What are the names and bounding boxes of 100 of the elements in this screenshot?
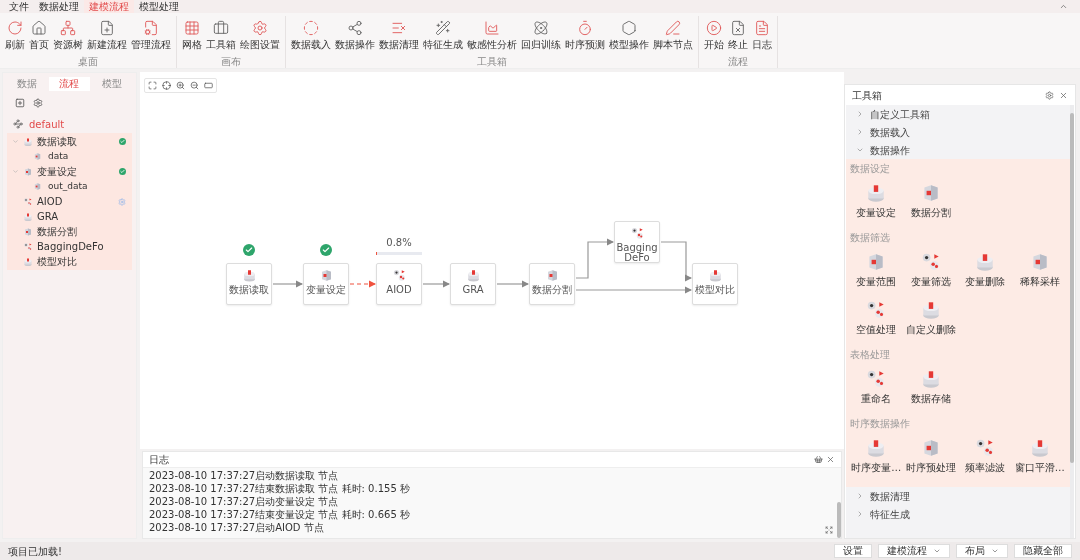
file-stop-icon <box>730 20 746 36</box>
tree-item[interactable]: data <box>7 149 132 164</box>
tool-item[interactable]: 数据存储 <box>904 364 957 408</box>
file-gear-icon <box>143 20 159 36</box>
panel-tab[interactable]: 流程 <box>49 77 90 91</box>
module-icon <box>241 268 257 283</box>
ribbon-button[interactable]: 脚本节点 <box>651 16 695 54</box>
settings-icon <box>252 20 268 36</box>
zoom-out-icon[interactable] <box>190 81 199 90</box>
flow-node[interactable]: 数据分割 <box>529 263 575 305</box>
close-icon[interactable] <box>826 455 835 464</box>
ribbon-button[interactable]: 网格 <box>180 16 204 54</box>
close-icon[interactable] <box>1059 90 1068 100</box>
tool-item[interactable]: 稀释采样 <box>1013 247 1066 291</box>
ribbon-button[interactable]: 特征生成 <box>421 16 465 54</box>
expand-icon[interactable] <box>825 526 833 534</box>
settings-icon[interactable] <box>33 98 43 108</box>
ribbon-button[interactable]: 回归训练 <box>519 16 563 54</box>
tool-item[interactable]: 窗口平滑… <box>1013 433 1066 477</box>
hexagon-icon <box>621 20 637 36</box>
accordion-header[interactable]: 数据清理 <box>846 487 1070 505</box>
tree-item[interactable]: GRA <box>7 209 132 224</box>
group-label: 流程 <box>728 56 748 68</box>
fit-icon[interactable] <box>148 81 157 90</box>
tool-item[interactable]: 变量删除 <box>959 247 1012 291</box>
ribbon-button[interactable]: 刷新 <box>3 16 27 54</box>
file-plus-icon <box>99 20 115 36</box>
menu-item[interactable]: 建模流程 <box>84 0 134 13</box>
status-button[interactable]: 设置 <box>834 544 872 558</box>
tool-item[interactable]: 时序变量… <box>850 433 903 477</box>
status-button[interactable]: 布局 <box>956 544 1008 558</box>
group-label: 数据筛选 <box>850 232 891 244</box>
briefcase-icon <box>213 20 229 36</box>
ribbon-button[interactable]: 资源树 <box>51 16 85 54</box>
ribbon-button[interactable]: 日志 <box>750 16 774 54</box>
tree-item[interactable]: 数据分割 <box>7 224 132 239</box>
tool-item[interactable]: 空值处理 <box>850 295 903 339</box>
tool-item[interactable]: 自定义删除 <box>904 295 957 339</box>
target-icon[interactable] <box>162 81 171 90</box>
collapse-icon[interactable] <box>1059 2 1068 11</box>
pen-icon <box>665 20 681 36</box>
ribbon-button[interactable]: 绘图设置 <box>238 16 282 54</box>
menu-item[interactable]: 数据处理 <box>34 0 84 13</box>
ribbon-button[interactable]: 工具箱 <box>204 16 238 54</box>
ribbon-button[interactable]: 首页 <box>27 16 51 54</box>
accordion-header[interactable]: 数据载入 <box>846 123 1070 141</box>
panel-title: 日志 <box>149 453 169 467</box>
tree-item[interactable]: BaggingDeFo <box>7 239 132 254</box>
status-button[interactable]: 隐藏全部 <box>1014 544 1072 558</box>
accordion-header[interactable]: 特征生成 <box>846 505 1070 523</box>
add-icon[interactable] <box>15 98 25 108</box>
tree-item[interactable]: 变量设定 <box>7 164 132 179</box>
panel-title: 工具箱 <box>852 88 882 103</box>
ribbon-button[interactable]: 开始 <box>702 16 726 54</box>
ribbon-button[interactable]: 管理流程 <box>129 16 173 54</box>
basket-icon[interactable] <box>814 455 823 464</box>
tree-item[interactable]: 模型对比 <box>7 254 132 269</box>
tool-item[interactable]: 时序预处理 <box>904 433 957 477</box>
tree-root[interactable]: default <box>29 116 65 132</box>
module-icon <box>23 226 33 237</box>
tree-item[interactable]: AIOD <box>7 194 132 209</box>
flow-node[interactable]: BaggingDeFo <box>614 221 660 263</box>
list-clear-icon <box>391 20 407 36</box>
flow-node[interactable]: GRA <box>450 263 496 305</box>
tool-item[interactable]: 数据分割 <box>904 178 957 222</box>
accordion-header[interactable]: 数据操作 <box>846 141 1070 159</box>
tool-item[interactable]: 频率滤波 <box>959 433 1012 477</box>
accordion-header[interactable]: 自定义工具箱 <box>846 105 1070 123</box>
tool-item[interactable]: 变量范围 <box>850 247 903 291</box>
settings-icon[interactable] <box>1045 90 1054 100</box>
module-icon <box>23 256 33 267</box>
tree-item[interactable]: out_data <box>7 179 132 194</box>
ribbon-button[interactable]: 数据载入 <box>289 16 333 54</box>
frame-icon[interactable] <box>204 81 213 90</box>
flow-node[interactable]: 变量设定 <box>303 263 349 305</box>
tool-item[interactable]: 变量筛选 <box>904 247 957 291</box>
ribbon-button[interactable]: 敏感性分析 <box>465 16 519 54</box>
tree-item[interactable]: 数据读取 <box>7 134 132 149</box>
group-label: 画布 <box>221 56 241 68</box>
flow-node[interactable]: 模型对比 <box>692 263 738 305</box>
status-button[interactable]: 建模流程 <box>878 544 950 558</box>
tool-item[interactable]: 重命名 <box>850 364 903 408</box>
tool-item[interactable]: 变量设定 <box>850 178 903 222</box>
zoom-in-icon[interactable] <box>176 81 185 90</box>
ribbon-button[interactable]: 模型操作 <box>607 16 651 54</box>
module-icon <box>707 268 723 283</box>
flow-node[interactable]: 数据读取 <box>226 263 272 305</box>
ribbon-button[interactable]: 终止 <box>726 16 750 54</box>
ribbon-button[interactable]: 数据操作 <box>333 16 377 54</box>
hierarchy-icon <box>60 20 76 36</box>
ribbon-button[interactable]: 数据清理 <box>377 16 421 54</box>
ribbon-button[interactable]: 时序预测 <box>563 16 607 54</box>
connector-arrow <box>272 280 304 288</box>
flow-node[interactable]: AIOD <box>376 263 422 305</box>
log-line: 2023-08-10 17:37:27启动数据读取 节点 <box>149 469 340 482</box>
module-icon <box>33 152 42 161</box>
ribbon-button[interactable]: 新建流程 <box>85 16 129 54</box>
menu-item[interactable]: 文件 <box>4 0 34 13</box>
log-line: 2023-08-10 17:37:27启动AIOD 节点 <box>149 521 325 534</box>
menu-item[interactable]: 模型处理 <box>134 0 184 13</box>
